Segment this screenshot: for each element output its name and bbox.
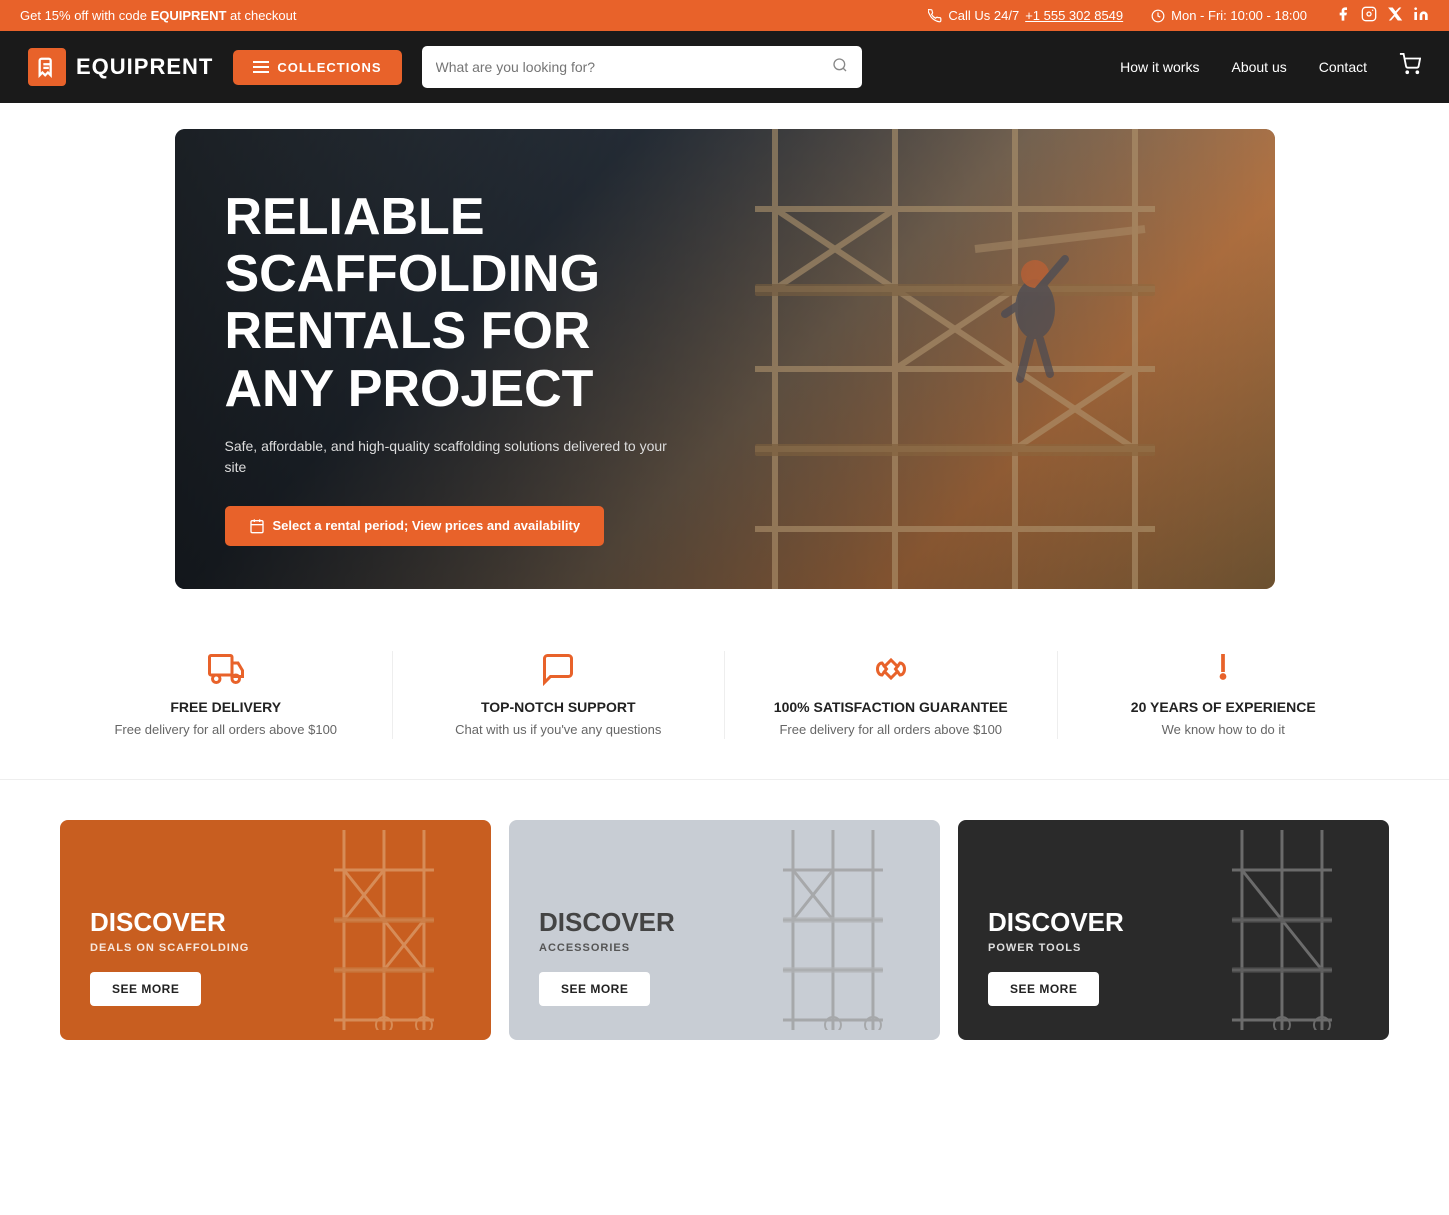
delivery-truck-icon	[80, 651, 372, 687]
hours-info: Mon - Fri: 10:00 - 18:00	[1151, 8, 1307, 23]
feature-desc-experience: We know how to do it	[1078, 721, 1370, 739]
logo[interactable]: EQUIPRENT	[28, 48, 213, 86]
hero-content: RELIABLE SCAFFOLDING RENTALS FOR ANY PRO…	[175, 129, 735, 589]
hero-section: RELIABLE SCAFFOLDING RENTALS FOR ANY PRO…	[175, 129, 1275, 589]
hamburger-icon	[253, 61, 269, 73]
instagram-icon[interactable]	[1361, 6, 1377, 25]
feature-title-experience: 20 YEARS OF EXPERIENCE	[1078, 699, 1370, 715]
hero-subtitle: Safe, affordable, and high-quality scaff…	[225, 436, 685, 478]
feature-title-support: TOP-NOTCH SUPPORT	[413, 699, 705, 715]
logo-icon	[28, 48, 66, 86]
hero-cta-button[interactable]: Select a rental period; View prices and …	[225, 506, 605, 546]
discover-card-accessories: DISCOVER ACCESSORIES SEE MORE	[509, 820, 940, 1040]
see-more-scaffolding-button[interactable]: SEE MORE	[90, 972, 201, 1006]
promo-text: Get 15% off with code EQUIPRENT at check…	[20, 8, 297, 23]
promo-suffix: at checkout	[226, 8, 296, 23]
feature-guarantee: 100% SATISFACTION GUARANTEE Free deliver…	[725, 651, 1058, 739]
scaffolding-illustration	[287, 830, 481, 1030]
search-icon[interactable]	[832, 57, 848, 78]
feature-title-delivery: FREE DELIVERY	[80, 699, 372, 715]
nav-how-it-works[interactable]: How it works	[1120, 59, 1199, 75]
nav-about-us[interactable]: About us	[1231, 59, 1286, 75]
feature-desc-delivery: Free delivery for all orders above $100	[80, 721, 372, 739]
phone-icon	[928, 9, 942, 23]
feature-experience: 20 YEARS OF EXPERIENCE We know how to do…	[1058, 651, 1390, 739]
hours-text: Mon - Fri: 10:00 - 18:00	[1171, 8, 1307, 23]
search-bar	[422, 46, 862, 88]
experience-icon	[1078, 651, 1370, 687]
collections-button[interactable]: COLLECTIONS	[233, 50, 401, 85]
promo-code: EQUIPRENT	[151, 8, 227, 23]
handshake-icon	[745, 651, 1037, 687]
search-input[interactable]	[436, 59, 832, 75]
phone-info: Call Us 24/7 +1 555 302 8549	[928, 8, 1123, 23]
x-twitter-icon[interactable]	[1387, 6, 1403, 25]
feature-delivery: FREE DELIVERY Free delivery for all orde…	[60, 651, 393, 739]
feature-desc-support: Chat with us if you've any questions	[413, 721, 705, 739]
hero-cta-label: Select a rental period; View prices and …	[273, 518, 581, 533]
feature-title-guarantee: 100% SATISFACTION GUARANTEE	[745, 699, 1037, 715]
hero-title: RELIABLE SCAFFOLDING RENTALS FOR ANY PRO…	[225, 189, 685, 418]
top-banner-right: Call Us 24/7 +1 555 302 8549 Mon - Fri: …	[928, 6, 1429, 25]
facebook-icon[interactable]	[1335, 6, 1351, 25]
calendar-icon	[249, 518, 265, 534]
feature-support: TOP-NOTCH SUPPORT Chat with us if you've…	[393, 651, 726, 739]
phone-label: Call Us 24/7	[948, 8, 1019, 23]
accessories-illustration	[736, 830, 930, 1030]
phone-number[interactable]: +1 555 302 8549	[1025, 8, 1123, 23]
main-nav: How it works About us Contact	[1120, 53, 1421, 81]
discover-card-power-tools: DISCOVER POWER TOOLS SEE MORE	[958, 820, 1389, 1040]
header: EQUIPRENT COLLECTIONS How it works About…	[0, 31, 1449, 103]
top-banner: Get 15% off with code EQUIPRENT at check…	[0, 0, 1449, 31]
feature-desc-guarantee: Free delivery for all orders above $100	[745, 721, 1037, 739]
social-icons	[1335, 6, 1429, 25]
cart-icon[interactable]	[1399, 53, 1421, 81]
see-more-accessories-button[interactable]: SEE MORE	[539, 972, 650, 1006]
logo-text: EQUIPRENT	[76, 54, 213, 80]
clock-icon	[1151, 9, 1165, 23]
collections-label: COLLECTIONS	[277, 60, 381, 75]
discover-card-scaffolding: DISCOVER DEALS ON SCAFFOLDING SEE MORE	[60, 820, 491, 1040]
power-tools-illustration	[1185, 830, 1379, 1030]
promo-prefix: Get 15% off with code	[20, 8, 151, 23]
chat-support-icon	[413, 651, 705, 687]
discover-section: DISCOVER DEALS ON SCAFFOLDING SEE MORE	[0, 780, 1449, 1100]
see-more-power-tools-button[interactable]: SEE MORE	[988, 972, 1099, 1006]
linkedin-icon[interactable]	[1413, 6, 1429, 25]
features-section: FREE DELIVERY Free delivery for all orde…	[0, 601, 1449, 780]
nav-contact[interactable]: Contact	[1319, 59, 1367, 75]
